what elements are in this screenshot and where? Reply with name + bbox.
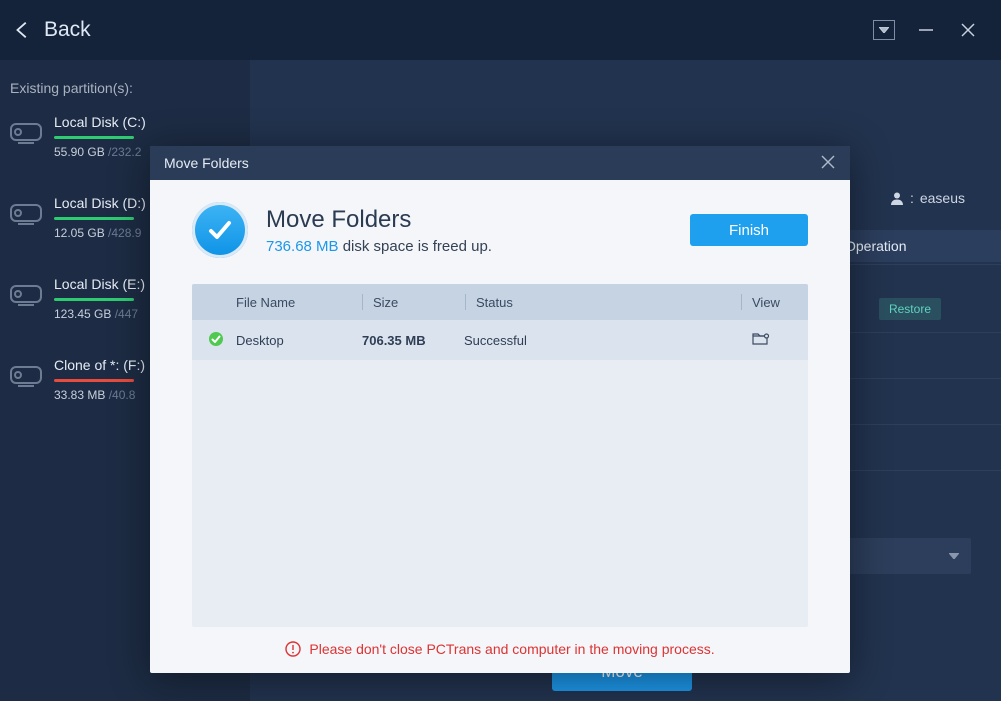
- success-badge: [192, 202, 248, 258]
- usage-bar: [54, 217, 134, 220]
- column-separator: [741, 294, 742, 310]
- content-area: Existing partition(s): Local Disk (C:) 5…: [0, 60, 1001, 701]
- dialog-titlebar: Move Folders: [150, 146, 850, 180]
- disk-icon: [10, 118, 42, 146]
- user-label: easeus: [920, 190, 965, 206]
- restore-button[interactable]: Restore: [879, 298, 941, 320]
- dialog-heading: Move Folders: [266, 206, 672, 234]
- check-circle-icon: [208, 331, 224, 347]
- usage-bar: [54, 136, 134, 139]
- chevron-down-icon: [949, 553, 959, 559]
- move-folders-dialog: Move Folders Move Folders 736.68 MB disk…: [150, 146, 850, 673]
- warning-icon: [285, 641, 301, 657]
- column-separator: [362, 294, 363, 310]
- disk-icon: [10, 199, 42, 227]
- row-size: 706.35 MB: [362, 333, 464, 348]
- menu-dropdown-button[interactable]: [863, 10, 905, 50]
- close-window-button[interactable]: [947, 10, 989, 50]
- col-view: View: [752, 295, 808, 310]
- dropdown-square-icon: [873, 20, 895, 40]
- folder-open-icon: [752, 332, 770, 346]
- back-button[interactable]: Back: [12, 18, 91, 42]
- column-separator: [465, 294, 466, 310]
- user-icon: [890, 191, 904, 205]
- operation-column-header: Operation: [841, 230, 1001, 262]
- user-chip: : easeus: [890, 190, 965, 206]
- partition-heading: Existing partition(s):: [10, 80, 240, 96]
- col-status: Status: [476, 295, 741, 310]
- row-filename: Desktop: [236, 333, 362, 348]
- row-separator: [831, 424, 1001, 425]
- close-icon: [959, 21, 977, 39]
- col-size: Size: [373, 295, 465, 310]
- usage-bar: [54, 379, 134, 382]
- table-header: File Name Size Status View: [192, 284, 808, 320]
- col-filename: File Name: [236, 295, 362, 310]
- finish-button[interactable]: Finish: [690, 214, 808, 246]
- disk-icon: [10, 361, 42, 389]
- results-table: File Name Size Status View Desktop 706.3…: [192, 284, 808, 627]
- row-separator: [831, 378, 1001, 379]
- disk-icon: [10, 280, 42, 308]
- back-label: Back: [44, 18, 91, 42]
- minimize-icon: [917, 21, 935, 39]
- view-in-folder-button[interactable]: [752, 332, 808, 349]
- titlebar: Back: [0, 0, 1001, 60]
- arrow-left-icon: [12, 19, 34, 41]
- target-select[interactable]: [831, 538, 971, 574]
- close-icon: [820, 154, 836, 170]
- row-status: Successful: [464, 333, 752, 348]
- check-icon: [205, 215, 235, 245]
- dialog-subtext: 736.68 MB disk space is freed up.: [266, 238, 672, 255]
- row-separator: [831, 264, 1001, 265]
- dialog-title: Move Folders: [164, 155, 249, 171]
- row-status-icon: [208, 331, 228, 350]
- minimize-button[interactable]: [905, 10, 947, 50]
- usage-bar: [54, 298, 134, 301]
- dialog-close-button[interactable]: [820, 154, 836, 173]
- table-row: Desktop 706.35 MB Successful: [192, 320, 808, 360]
- warning-text: Please don't close PCTrans and computer …: [150, 627, 850, 673]
- row-separator: [831, 332, 1001, 333]
- partition-name: Local Disk (C:): [54, 114, 240, 130]
- row-separator: [831, 470, 1001, 471]
